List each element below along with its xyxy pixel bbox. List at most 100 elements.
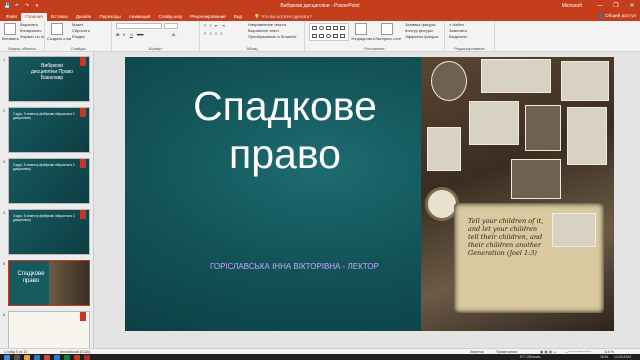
arrange-button[interactable]	[355, 23, 367, 35]
tab-home[interactable]: Главная	[21, 13, 47, 21]
group-label-drawing: Рисование	[364, 46, 385, 51]
select-button[interactable]: Выделить	[449, 34, 467, 39]
reset-button[interactable]: Сбросить	[72, 28, 90, 33]
powerpoint-window: 💾 ↶ ↷ ▾ Вибіркові дисципліни - PowerPoin…	[0, 0, 640, 360]
font-name-box[interactable]	[116, 23, 162, 29]
thumbnail-slide-4[interactable]: 4 3 курс, 6 семестр (вибіркові обираєтьс…	[3, 209, 90, 255]
minimize-button[interactable]: —	[592, 0, 608, 12]
thumbnail-number: 1	[3, 57, 6, 62]
bible-verse: Tell your children of it, and let your c…	[468, 217, 544, 257]
share-label: Общий доступ	[605, 13, 636, 18]
thumbnail-slide-6[interactable]: 6	[3, 311, 90, 348]
thumbnail-slide-1[interactable]: 1 Вибіркові дисципліни Право Бакалавр	[3, 56, 90, 102]
align-text-button[interactable]: Выровнять текст	[248, 28, 279, 33]
thumbnail-text: Вибіркові дисципліни Право Бакалавр	[30, 63, 74, 81]
close-button[interactable]: ✕	[624, 0, 640, 12]
italic-button[interactable]: К	[123, 32, 125, 37]
group-label-paragraph: Абзац	[246, 46, 258, 51]
paste-button[interactable]	[4, 23, 16, 35]
group-font: Ж К Ч abc A Шрифт	[112, 21, 200, 52]
tab-insert[interactable]: Вставка	[47, 13, 72, 21]
account-name[interactable]: Microsoft	[562, 3, 582, 9]
parchment: Tell your children of it, and let your c…	[454, 203, 604, 313]
tell-me-search[interactable]: 💡 Что вы хотите сделать?	[250, 13, 316, 21]
current-slide[interactable]: Спадкове право ГОРІСЛАВСЬКА ІННА ВІКТОРІ…	[125, 57, 614, 331]
thumbnail-text: Спадкове право	[17, 271, 45, 284]
align-buttons[interactable]: ≡ ≡ ≡ ≡	[204, 31, 224, 36]
thumbnail-slide-2[interactable]: 2 2 курс, 3 семестр (вибіркові обираєтьс…	[3, 107, 90, 153]
thumbnail-number: 4	[3, 210, 6, 215]
replace-button[interactable]: Заменить	[449, 28, 467, 33]
portrait-photo	[525, 105, 561, 151]
powerpoint-icon[interactable]	[74, 354, 80, 360]
tab-design[interactable]: Дизайн	[72, 13, 95, 21]
tab-file[interactable]: Файл	[2, 13, 21, 21]
font-size-box[interactable]	[164, 23, 178, 29]
shapes-gallery[interactable]	[309, 23, 349, 41]
underline-button[interactable]: Ч	[130, 32, 133, 37]
thumbnail-slide-5[interactable]: 5 Спадкове право	[3, 260, 90, 306]
tell-me-text: Что вы хотите сделать?	[261, 14, 312, 19]
new-slide-button[interactable]	[51, 23, 63, 35]
thumbnail-number: 5	[3, 261, 6, 266]
text-direction-button[interactable]: Направление текста	[248, 22, 286, 27]
shape-fill-button[interactable]: Заливка фигуры	[405, 22, 436, 27]
group-label-slides: Слайды	[70, 46, 86, 51]
format-painter-button[interactable]: Формат по образцу	[20, 34, 44, 39]
clock-time[interactable]: 16:51	[600, 355, 609, 359]
share-button[interactable]: 👤 Общий доступ	[598, 13, 636, 19]
smartart-button[interactable]: Преобразовать в SmartArt	[248, 34, 297, 39]
tab-slideshow[interactable]: Слайд-шоу	[154, 13, 186, 21]
group-clipboard: Вставить Вырезать Копировать Формат по о…	[0, 21, 45, 52]
find-button[interactable]: ⌕ Найти	[449, 22, 464, 27]
list-buttons[interactable]: ≡ ≡ ⇤ ⇥	[204, 23, 226, 28]
copy-button[interactable]: Копировать	[20, 28, 42, 33]
slide-thumbnails-panel: 1 Вибіркові дисципліни Право Бакалавр 2 …	[0, 52, 94, 348]
quick-styles-label: Экспресс-стили	[375, 36, 401, 41]
strikethrough-button[interactable]: abc	[137, 32, 143, 37]
thumbnail-text: 3 курс, 6 семестр (вибіркові обирається …	[13, 214, 75, 222]
arrange-label: Упорядочить	[351, 36, 375, 41]
edge-icon[interactable]	[34, 354, 40, 360]
slide-title[interactable]: Спадкове право	[155, 82, 415, 178]
slide-subtitle[interactable]: ГОРІСЛАВСЬКА ІННА ВІКТОРІВНА - ЛЕКТОР	[210, 262, 390, 272]
tab-review[interactable]: Рецензирование	[186, 13, 229, 21]
slide-title-line-2: право	[229, 131, 341, 177]
file-explorer-icon[interactable]	[24, 354, 30, 360]
group-paragraph: ≡ ≡ ⇤ ⇥ ≡ ≡ ≡ ≡ Направление текста Выров…	[200, 21, 305, 52]
tab-animations[interactable]: Анимация	[125, 13, 155, 21]
group-label-editing: Редактирование	[454, 46, 485, 51]
tab-view[interactable]: Вид	[230, 13, 246, 21]
shape-outline-button[interactable]: Контур фигуры	[405, 28, 433, 33]
thumbnail-text: 3 курс, 5 семестр (вибіркові обирається …	[13, 163, 75, 171]
ribbon-tabs: Файл Главная Вставка Дизайн Переходы Ани…	[0, 12, 640, 21]
section-button[interactable]: Раздел	[72, 34, 85, 39]
layout-button[interactable]: Макет	[72, 22, 83, 27]
group-editing: ⌕ Найти Заменить Выделить Редактирование	[445, 21, 495, 52]
maximize-button[interactable]: ❐	[608, 0, 624, 12]
child-photo	[427, 127, 461, 171]
thumbnail-slide-3[interactable]: 3 3 курс, 5 семестр (вибіркові обираєтьс…	[3, 158, 90, 204]
slide-title-line-1: Спадкове	[193, 83, 377, 129]
quick-styles-button[interactable]	[381, 23, 393, 35]
chrome-icon[interactable]	[44, 354, 50, 360]
clock-date[interactable]: 14.03.2024	[614, 355, 631, 359]
weather-widget[interactable]: 5°C Облачно	[520, 355, 540, 359]
bold-button[interactable]: Ж	[116, 32, 120, 37]
word-icon[interactable]	[54, 354, 60, 360]
window-controls: — ❐ ✕	[592, 0, 640, 12]
group-slides: Создать слайд Макет Сбросить Раздел Слай…	[45, 21, 112, 52]
cut-button[interactable]: Вырезать	[20, 22, 38, 27]
pdf-icon[interactable]	[84, 354, 90, 360]
thumbnail-number: 2	[3, 108, 6, 113]
font-color-button[interactable]: A	[172, 32, 175, 37]
oval-portrait	[431, 61, 467, 101]
search-icon[interactable]	[14, 354, 20, 360]
tab-transitions[interactable]: Переходы	[95, 13, 125, 21]
windows-start-icon[interactable]	[4, 354, 10, 360]
group-drawing: Упорядочить Экспресс-стили Заливка фигур…	[305, 21, 445, 52]
excel-icon[interactable]	[64, 354, 70, 360]
family-photo-collage: Tell your children of it, and let your c…	[421, 57, 614, 331]
slide-editor: Спадкове право ГОРІСЛАВСЬКА ІННА ВІКТОРІ…	[94, 52, 640, 348]
shape-effects-button[interactable]: Эффекты фигуры	[405, 34, 438, 39]
